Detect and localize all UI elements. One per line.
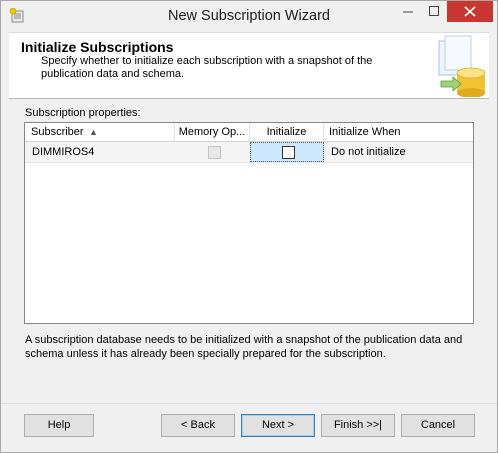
wizard-window: New Subscription Wizard Initialize Subsc… [0, 0, 498, 453]
title-bar: New Subscription Wizard [1, 1, 497, 32]
grid-header: Subscriber ▲ Memory Op... Initialize Ini… [25, 123, 473, 142]
back-button[interactable]: < Back [161, 414, 235, 437]
next-button[interactable]: Next > [241, 414, 315, 437]
close-icon [464, 6, 476, 17]
page-header: Initialize Subscriptions Specify whether… [9, 32, 489, 99]
column-header-memory-optimized[interactable]: Memory Op... [175, 123, 250, 141]
memory-optimized-checkbox [208, 146, 221, 159]
finish-button[interactable]: Finish >>| [321, 414, 395, 437]
page-title: Initialize Subscriptions [21, 39, 174, 55]
sort-ascending-icon: ▲ [89, 127, 98, 137]
initialize-cell[interactable] [250, 142, 324, 162]
footer-divider [1, 403, 497, 404]
close-button[interactable] [447, 1, 493, 22]
column-header-subscriber[interactable]: Subscriber ▲ [25, 123, 175, 141]
column-header-initialize[interactable]: Initialize [250, 123, 324, 141]
database-icon [427, 33, 489, 97]
initialize-when-cell[interactable]: Do not initialize [331, 142, 406, 162]
maximize-icon [429, 6, 439, 16]
minimize-icon [403, 11, 413, 13]
page-description: Specify whether to initialize each subsc… [41, 55, 373, 80]
subscription-properties-label: Subscription properties: [25, 107, 141, 119]
table-row[interactable]: DIMMIROS4 Do not initialize [25, 142, 473, 163]
maximize-button[interactable] [421, 1, 447, 22]
cancel-button[interactable]: Cancel [401, 414, 475, 437]
column-header-initialize-when[interactable]: Initialize When [324, 123, 473, 141]
minimize-button[interactable] [395, 1, 421, 22]
initialize-checkbox[interactable] [282, 146, 295, 159]
column-header-label: Subscriber [31, 126, 84, 138]
info-text: A subscription database needs to be init… [25, 334, 463, 360]
help-button[interactable]: Help [24, 414, 94, 437]
subscription-properties-grid[interactable]: Subscriber ▲ Memory Op... Initialize Ini… [24, 122, 474, 324]
subscriber-cell: DIMMIROS4 [32, 146, 95, 158]
